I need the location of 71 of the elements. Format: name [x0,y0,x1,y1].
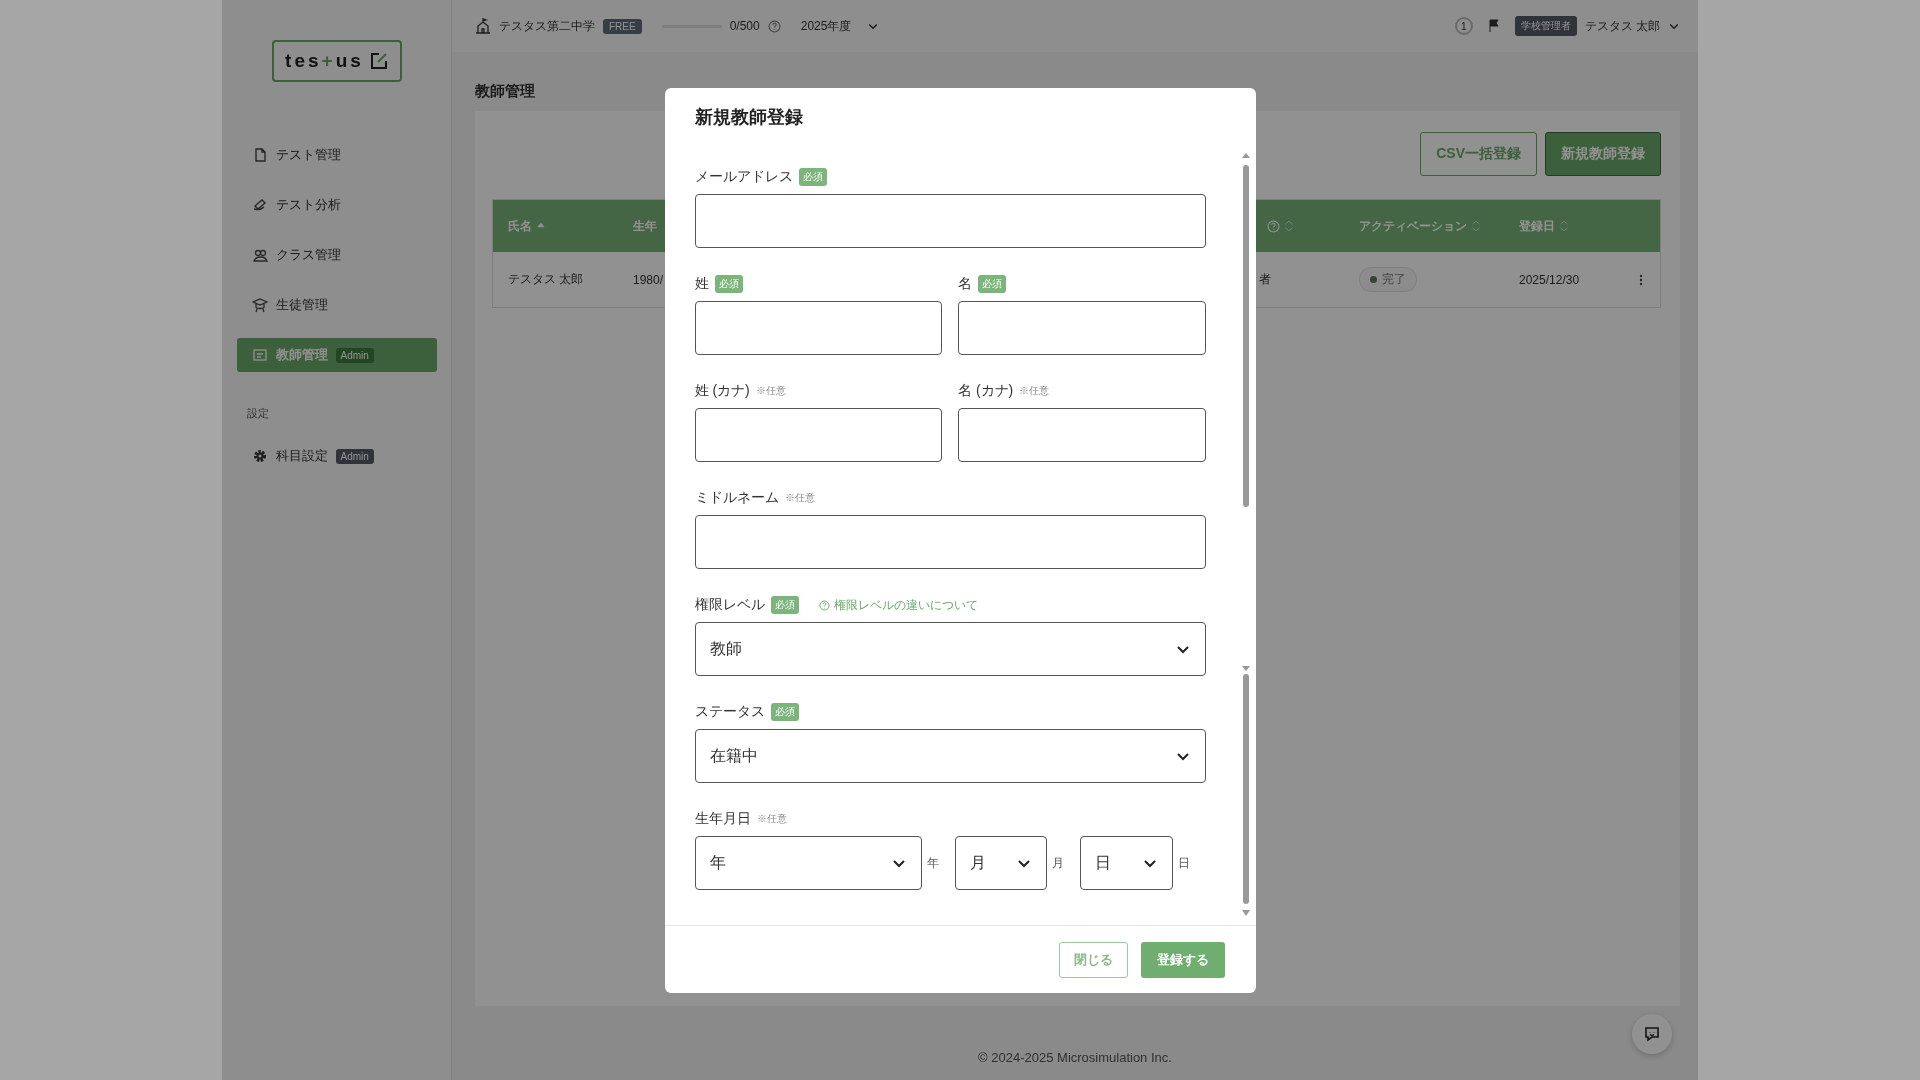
usage-count: 0/500 [729,19,760,33]
field-label: 姓 [694,275,709,293]
input-field[interactable] [958,301,1206,355]
logo[interactable]: tes+us [271,40,402,82]
admin-badge: Admin [335,347,374,363]
optional-note: ※任意 [755,384,786,398]
school-icon [475,18,491,34]
unit-label: 日 [1177,854,1190,872]
optional-note: ※任意 [1019,384,1050,398]
copyright: © 2024-2025 Microsimulation Inc. [978,1049,1172,1065]
required-badge: 必須 [770,596,799,614]
field-label: 権限レベル [694,596,765,614]
nav-item[interactable]: 教師管理 Admin [236,338,437,372]
select-field[interactable]: 年 [694,836,923,890]
unit-label: 年 [927,854,940,872]
input-field[interactable] [958,408,1206,462]
role-badge: 学校管理者 [1514,16,1577,36]
input-field[interactable] [694,194,1206,248]
school-name: テスタス第二中学 [499,17,595,35]
section-label: 設定 [247,406,269,421]
page-title: 教師管理 [475,82,536,101]
table-cell: 2025/12/30 [1519,272,1580,287]
nav-item[interactable]: テスト管理 [236,138,437,172]
field-label: 生年月日 [694,810,751,828]
nav-item[interactable]: 科目設定 Admin [236,439,437,473]
select-field[interactable]: 在籍中 [694,729,1206,783]
people-icon [251,247,268,263]
input-field[interactable] [694,301,942,355]
year-selector[interactable]: 2025年度 [800,17,852,35]
status-badge: 完了 [1359,267,1417,292]
help-icon [818,599,830,611]
help-icon[interactable] [767,19,781,33]
field-label: 姓 (カナ) [694,382,750,400]
nav-item[interactable]: テスト分析 [236,188,437,222]
select-field[interactable]: 教師 [694,622,1206,676]
notification-count[interactable]: 1 [1454,17,1473,35]
unit-label: 月 [1052,854,1065,872]
chat-button[interactable] [1632,1014,1672,1054]
board-icon [251,347,268,363]
plan-badge: FREE [603,18,642,34]
admin-badge: Admin [335,448,374,464]
table-cell: テスタス 太郎 [508,272,584,286]
table-cell: 者 [1259,272,1271,286]
help-link[interactable]: 権限レベルの違いについて [818,596,978,614]
required-badge: 必須 [714,275,743,293]
graduation-cap-icon [251,297,268,313]
optional-note: ※任意 [784,491,815,505]
chat-icon [1643,1025,1661,1043]
nav-item[interactable]: クラス管理 [236,238,437,272]
gear-icon [251,448,268,464]
table-cell: 1980/ [633,272,664,287]
required-badge: 必須 [798,168,827,186]
input-field[interactable] [694,515,1206,569]
more-icon[interactable] [1639,273,1643,286]
dialog-title: 新規教師登録 [694,105,803,129]
field-label: ステータス [694,703,765,721]
field-label: 名 [958,275,972,293]
required-badge: 必須 [978,275,1006,293]
select-field[interactable]: 日 [1080,836,1173,890]
nav-item[interactable]: 生徒管理 [236,288,437,322]
optional-note: ※任意 [756,812,787,826]
field-label: ミドルネーム [694,489,779,507]
field-label: 名 (カナ) [958,382,1014,400]
brush-icon [251,197,268,213]
flag-icon[interactable] [1486,19,1501,33]
input-field[interactable] [694,408,942,462]
required-badge: 必須 [770,703,799,721]
select-field[interactable]: 月 [955,836,1048,890]
scrollbar[interactable] [1239,152,1252,918]
user-menu[interactable]: テスタス 太郎 [1584,17,1660,35]
field-label: メールアドレス [694,168,793,186]
